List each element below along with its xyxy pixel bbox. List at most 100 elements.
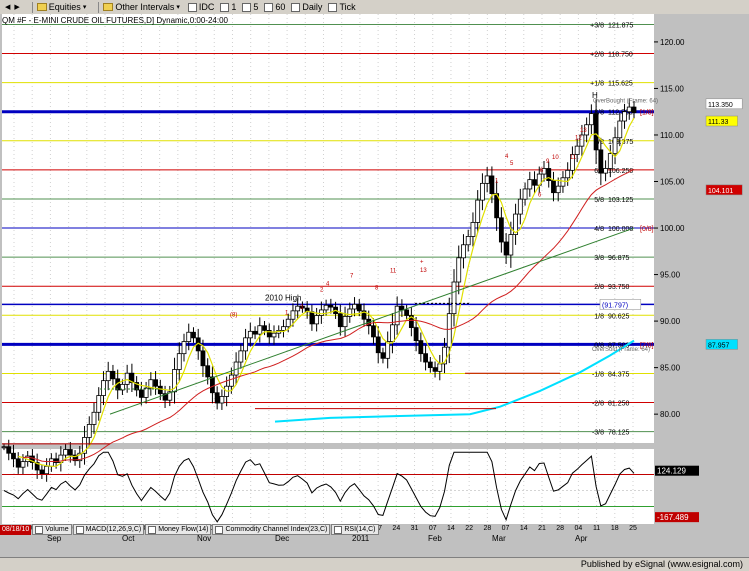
price-chart[interactable]: 3007132027041118250108152229061320270310… bbox=[0, 14, 749, 557]
price-bar-body bbox=[44, 465, 50, 475]
price-flag-label: 104.101 bbox=[708, 188, 733, 195]
indicator-tab[interactable]: RSI(14,C) bbox=[331, 524, 379, 535]
checkbox-icon bbox=[215, 525, 224, 534]
toolbar-daily[interactable]: Daily bbox=[291, 2, 322, 12]
y-tick-label: 95.00 bbox=[660, 271, 681, 280]
toolbar-arrow-right-icon[interactable]: ▶ bbox=[14, 3, 19, 11]
y-tick-label: 115.00 bbox=[660, 84, 684, 93]
price-bar-body bbox=[423, 353, 428, 363]
indicator-tab[interactable]: MACD(12,26,9,C) bbox=[72, 524, 145, 535]
price-bar-body bbox=[446, 313, 452, 348]
price-bar-body bbox=[337, 313, 343, 328]
checkbox-icon bbox=[334, 525, 343, 534]
annotation-2010-high: 2010 High bbox=[265, 294, 301, 303]
y-tick-label: 105.00 bbox=[660, 178, 685, 187]
x-tick-label: 24 bbox=[392, 525, 400, 532]
price-bar-body bbox=[480, 182, 485, 201]
x-month-label: Mar bbox=[492, 534, 506, 543]
murray-label: +3/8 bbox=[590, 22, 604, 29]
count-label: 13 bbox=[420, 268, 427, 274]
price-bar-body bbox=[252, 330, 258, 335]
price-flag-label: 113.350 bbox=[708, 102, 733, 109]
price-bar-body bbox=[314, 315, 320, 325]
price-bar-body bbox=[390, 324, 395, 342]
toolbar-idc[interactable]: IDC bbox=[187, 2, 215, 12]
price-bar-body bbox=[101, 380, 106, 396]
toolbar-idc-label: IDC bbox=[198, 2, 215, 12]
price-bar-body bbox=[522, 188, 528, 200]
murray-label: +1/8 bbox=[590, 81, 604, 88]
annotation-high-marker: H bbox=[592, 91, 598, 100]
indicator-tab-label: MACD(12,26,9,C) bbox=[85, 526, 142, 533]
date-flag: 08/18/10 bbox=[0, 524, 32, 535]
price-bar-body bbox=[157, 385, 163, 395]
price-bar-body bbox=[631, 106, 637, 114]
indicator-tab[interactable]: Commodity Channel Index(23,C) bbox=[212, 524, 331, 535]
toolbar-tick[interactable]: Tick bbox=[328, 2, 356, 12]
price-bar-body bbox=[210, 376, 215, 394]
price-bar-body bbox=[309, 311, 315, 325]
toolbar-5[interactable]: 5 bbox=[242, 2, 258, 12]
price-bar-body bbox=[63, 449, 68, 456]
price-bar-body bbox=[470, 222, 476, 237]
murray-label: -2/8 bbox=[592, 401, 604, 408]
price-bar-body bbox=[271, 332, 277, 338]
price-bar-body bbox=[560, 177, 566, 187]
price-bar-body bbox=[375, 336, 381, 354]
price-bar-body bbox=[342, 316, 348, 328]
price-bar-body bbox=[285, 318, 291, 328]
checkbox-icon bbox=[328, 2, 338, 12]
price-bar-body bbox=[603, 168, 608, 174]
murray-value: 84.375 bbox=[608, 371, 630, 378]
toolbar-1-label: 1 bbox=[231, 2, 237, 12]
price-bar-body bbox=[427, 361, 433, 369]
indicator-tab-label: Money Flow(14) bbox=[158, 526, 209, 533]
x-tick-label: 31 bbox=[411, 525, 419, 532]
toolbar-60[interactable]: 60 bbox=[264, 2, 285, 12]
price-bar-body bbox=[503, 241, 509, 256]
price-bar-body bbox=[352, 303, 357, 310]
toolbar-5-label: 5 bbox=[253, 2, 259, 12]
murray-value: 93.750 bbox=[608, 284, 630, 291]
murray-label: -1/8 bbox=[592, 371, 604, 378]
checkbox-icon bbox=[148, 525, 157, 534]
price-bar-body bbox=[622, 111, 627, 122]
price-bar-body bbox=[153, 379, 158, 387]
price-bar-body bbox=[607, 153, 613, 169]
checkbox-icon bbox=[242, 2, 252, 12]
indicator-tab[interactable]: Volume bbox=[32, 524, 72, 535]
price-bar-body bbox=[517, 198, 523, 215]
count-label: 11 bbox=[570, 155, 577, 161]
price-bar-body bbox=[247, 330, 253, 339]
status-bar: Published by eSignal (www.esignal.com) bbox=[0, 557, 749, 571]
price-bar-body bbox=[475, 199, 481, 223]
price-bar-body bbox=[176, 353, 182, 370]
price-bar-body bbox=[380, 352, 386, 359]
toolbar-equities[interactable]: Equities ▾ bbox=[36, 2, 89, 12]
x-tick-label: 25 bbox=[629, 525, 637, 532]
y-tick-label: 110.00 bbox=[660, 131, 684, 140]
toolbar-arrow-icon[interactable]: ◀ bbox=[5, 3, 10, 11]
toolbar-other-intervals[interactable]: Other Intervals ▾ bbox=[103, 2, 182, 12]
toolbar-separator bbox=[98, 1, 100, 13]
toolbar-1[interactable]: 1 bbox=[220, 2, 236, 12]
murray-value: 81.250 bbox=[608, 401, 630, 408]
indicator-tab-label: Volume bbox=[45, 526, 69, 533]
price-bar-body bbox=[399, 305, 405, 311]
murray-label: 5/8 bbox=[594, 197, 604, 204]
price-bar-body bbox=[371, 325, 376, 338]
checkbox-icon bbox=[35, 525, 44, 534]
price-flag-label: (91.797) bbox=[602, 302, 628, 309]
x-month-label: Oct bbox=[122, 534, 135, 543]
murray-value: 78.125 bbox=[608, 430, 630, 437]
price-bar-body bbox=[555, 185, 561, 194]
price-bar-body bbox=[484, 175, 490, 184]
indicator-tab[interactable]: Money Flow(14) bbox=[145, 524, 212, 535]
count-label: 13 bbox=[580, 128, 587, 134]
price-bar-body bbox=[238, 350, 244, 363]
murray-label: +2/8 bbox=[590, 52, 604, 59]
x-tick-label: 28 bbox=[483, 525, 491, 532]
checkbox-icon bbox=[264, 2, 274, 12]
price-bar-body bbox=[281, 326, 286, 331]
price-flag-label: 111.33 bbox=[708, 119, 728, 126]
